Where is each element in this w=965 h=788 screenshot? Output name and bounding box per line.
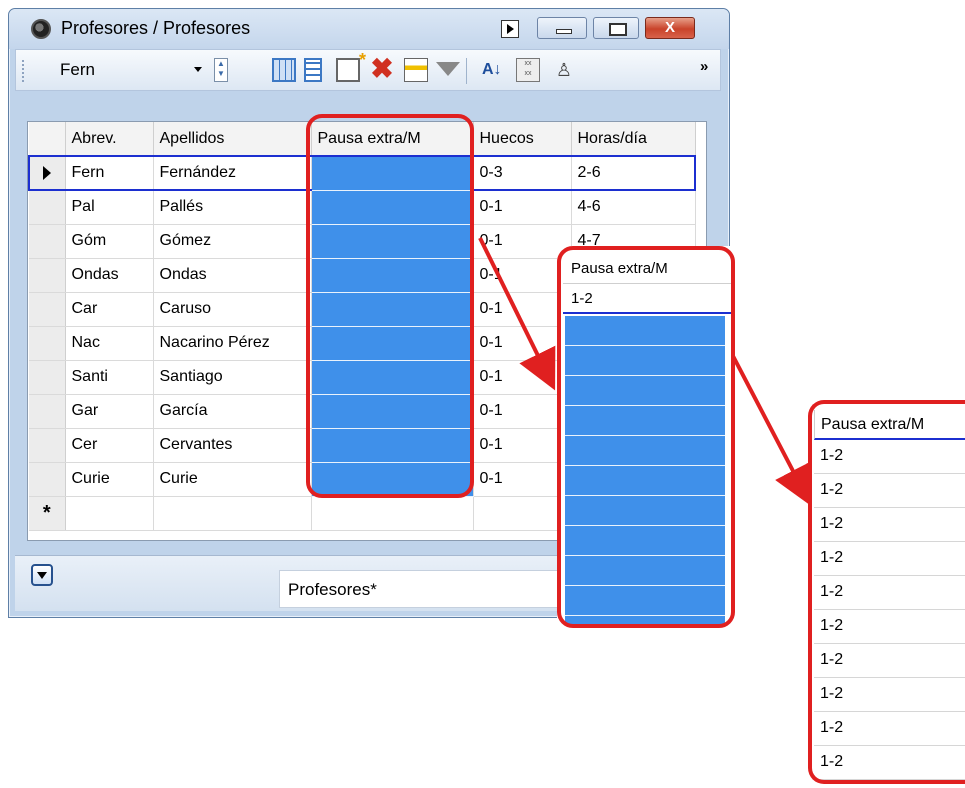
cell-abrev[interactable]: Fern	[65, 155, 154, 191]
window-title: Profesores / Profesores	[61, 18, 251, 38]
row-selector[interactable]	[29, 394, 66, 429]
chevron-down-icon[interactable]	[194, 67, 202, 72]
cell-abrev[interactable]: Pal	[65, 190, 154, 225]
person-icon[interactable]: ♙	[552, 58, 576, 82]
highlight-frame-zoom2	[808, 400, 965, 784]
edit-icon[interactable]	[404, 58, 428, 82]
row-selector[interactable]	[29, 360, 66, 395]
highlight-frame-grid	[306, 114, 474, 498]
cell-abrev[interactable]: Ondas	[65, 258, 154, 293]
cell-apellidos[interactable]: Gómez	[153, 224, 312, 259]
new-record-icon[interactable]	[336, 50, 366, 82]
cell-horas[interactable]: 4-6	[571, 190, 696, 225]
cell-abrev[interactable]: Curie	[65, 462, 154, 497]
column-header-abrev[interactable]: Abrev.	[65, 122, 154, 157]
column-header-horas[interactable]: Horas/día	[571, 122, 696, 157]
current-row-icon	[43, 165, 52, 180]
play-icon[interactable]	[501, 20, 519, 38]
sort-icon[interactable]: A↓	[482, 58, 506, 82]
cell-apellidos[interactable]: Ondas	[153, 258, 312, 293]
column-header-apellidos[interactable]: Apellidos	[153, 122, 312, 157]
row-selector[interactable]	[29, 428, 66, 463]
row-selector[interactable]	[29, 224, 66, 259]
teacher-combo[interactable]: Fern	[46, 56, 204, 84]
cell-abrev[interactable]: Nac	[65, 326, 154, 361]
column-header-huecos[interactable]: Huecos	[473, 122, 572, 157]
cell-apellidos[interactable]: Fernández	[153, 155, 312, 191]
cell-huecos[interactable]: 0-1	[473, 190, 572, 225]
delete-icon[interactable]: ✖	[370, 55, 394, 83]
columns-icon[interactable]: xx xx	[516, 58, 540, 82]
minimize-button[interactable]	[537, 17, 587, 39]
cell-horas[interactable]: 2-6	[571, 155, 696, 191]
toolbar: Fern ▲▼ ✖ A↓ xxxx ♙ »	[15, 49, 721, 91]
cell-apellidos[interactable]: Cervantes	[153, 428, 312, 463]
cell-abrev[interactable]: Cer	[65, 428, 154, 463]
title-bar[interactable]: Profesores / Profesores X	[9, 9, 729, 49]
row-selector[interactable]	[29, 258, 66, 293]
row-selector[interactable]	[28, 155, 66, 191]
arrow-2	[731, 355, 812, 507]
cell-huecos[interactable]: 0-3	[473, 155, 572, 191]
list-view-icon[interactable]	[304, 58, 322, 82]
cell-abrev[interactable]: Góm	[65, 224, 154, 259]
cell-abrev[interactable]: Gar	[65, 394, 154, 429]
close-button[interactable]: X	[645, 17, 695, 39]
cell-apellidos[interactable]: Caruso	[153, 292, 312, 327]
row-selector-header[interactable]	[29, 122, 66, 157]
status-field[interactable]: Profesores*	[279, 570, 579, 608]
close-icon: X	[664, 19, 675, 36]
more-icon[interactable]: »	[700, 58, 716, 82]
cell-apellidos[interactable]: García	[153, 394, 312, 429]
cell-abrev[interactable]: Santi	[65, 360, 154, 395]
filter-icon[interactable]	[436, 62, 460, 76]
cell-apellidos[interactable]: Curie	[153, 462, 312, 497]
cell-abrev[interactable]: Car	[65, 292, 154, 327]
cell-apellidos[interactable]: Pallés	[153, 190, 312, 225]
spinner-icon[interactable]: ▲ ▼	[214, 58, 228, 82]
maximize-button[interactable]	[593, 17, 639, 39]
highlight-frame-zoom1	[557, 246, 735, 628]
clock-icon	[31, 19, 51, 39]
row-selector[interactable]	[29, 462, 66, 497]
cell-apellidos[interactable]: Nacarino Pérez	[153, 326, 312, 361]
new-row-marker: *	[29, 496, 66, 531]
grid-view-icon[interactable]	[272, 58, 296, 82]
dropdown-arrow-icon[interactable]	[31, 564, 53, 586]
toolbar-separator	[466, 58, 467, 84]
row-selector[interactable]	[29, 326, 66, 361]
cell-apellidos[interactable]: Santiago	[153, 360, 312, 395]
row-selector[interactable]	[29, 190, 66, 225]
row-selector[interactable]	[29, 292, 66, 327]
toolbar-grip[interactable]	[22, 60, 26, 82]
